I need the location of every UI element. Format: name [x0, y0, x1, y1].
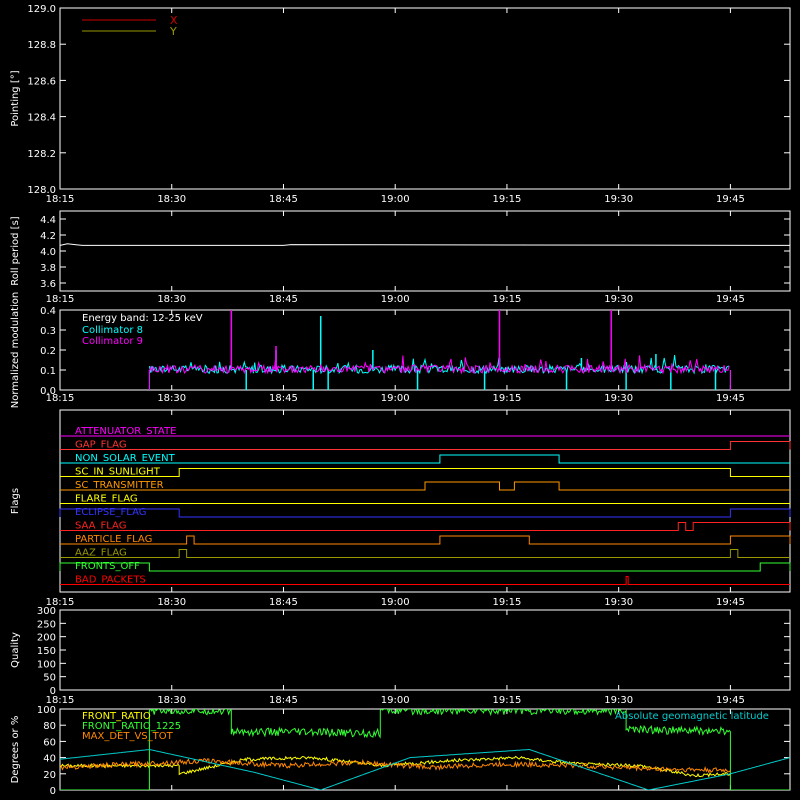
time-tick-label: 19:45 — [716, 597, 745, 608]
y-tick-label: 4.0 — [40, 247, 56, 258]
time-tick-label: 19:00 — [381, 597, 410, 608]
flag-line — [59, 508, 791, 518]
y-tick-label: 0.1 — [40, 366, 56, 377]
y-tick-label: 3.8 — [40, 263, 56, 274]
roll-period-line — [59, 243, 791, 246]
time-tick-label: 19:00 — [381, 695, 410, 706]
y-tick-label: 0 — [50, 686, 56, 697]
time-tick-label: 18:30 — [157, 597, 186, 608]
time-tick-label: 19:15 — [493, 393, 522, 404]
legend-label: Y — [169, 25, 177, 38]
y-tick-label: 0.0 — [40, 386, 56, 397]
y-tick-label: 0.3 — [40, 326, 56, 337]
flag-label: BAD_PACKETS — [75, 575, 146, 586]
y-tick-label: 128.4 — [27, 113, 56, 124]
time-tick-label: 19:45 — [716, 294, 745, 305]
flag-line — [60, 441, 791, 450]
time-tick-label: 19:00 — [381, 194, 410, 205]
y-tick-label: 4.2 — [40, 231, 56, 242]
y-tick-label: 80 — [43, 721, 56, 732]
time-tick-label: 18:45 — [269, 393, 298, 404]
panel-frame — [59, 409, 791, 593]
time-tick-label: 19:45 — [716, 393, 745, 404]
time-tick-label: 19:30 — [604, 393, 633, 404]
time-tick-label: 18:30 — [157, 294, 186, 305]
time-tick-label: 18:45 — [269, 695, 298, 706]
time-tick-label: 19:30 — [604, 194, 633, 205]
y-tick-label: 4.4 — [40, 215, 56, 226]
y-tick-label: 40 — [43, 754, 56, 765]
y-tick-label: 200 — [37, 633, 56, 644]
flag-line — [60, 481, 790, 491]
y-tick-label: 100 — [37, 705, 56, 716]
y-tick-label: 3.6 — [40, 279, 56, 290]
flag-line — [60, 549, 790, 558]
y-tick-label: 50 — [43, 673, 56, 684]
legend-label: MAX_DET_VS_TOT — [82, 731, 174, 742]
flag-line — [60, 535, 791, 545]
time-tick-label: 19:15 — [493, 294, 522, 305]
time-tick-label: 18:15 — [46, 294, 75, 305]
flag-label: ATTENUATOR_STATE — [75, 426, 176, 437]
time-tick-label: 18:30 — [157, 393, 186, 404]
y-tick-label: 250 — [37, 619, 56, 630]
flag-label: NON_SOLAR_EVENT — [75, 453, 176, 464]
time-tick-label: 18:45 — [269, 194, 298, 205]
flag-label: GAP_FLAG — [75, 440, 127, 451]
time-tick-label: 19:15 — [493, 695, 522, 706]
time-tick-label: 18:45 — [269, 294, 298, 305]
time-tick-label: 19:45 — [716, 695, 745, 706]
time-tick-label: 18:45 — [269, 597, 298, 608]
y-tick-label: 0 — [50, 786, 56, 797]
panel-frame — [59, 210, 791, 292]
time-tick-label: 19:30 — [604, 294, 633, 305]
time-tick-label: 19:30 — [604, 695, 633, 706]
y-tick-label: 100 — [37, 659, 56, 670]
flag-line — [60, 468, 790, 477]
y-tick-label: 128.6 — [27, 76, 56, 87]
flag-label: ECLIPSE_FLAG — [75, 507, 146, 518]
flag-line — [60, 522, 791, 531]
y-tick-label: 150 — [37, 646, 56, 657]
y-tick-label: 128.8 — [27, 40, 56, 51]
flag-label: FLARE_FLAG — [75, 494, 138, 505]
y-axis-label: Flags — [10, 488, 21, 514]
y-tick-label: 300 — [37, 606, 56, 617]
y-tick-label: 60 — [43, 737, 56, 748]
y-axis-label: Degrees or % — [10, 716, 21, 784]
legend-label: Collimator 9 — [82, 336, 143, 347]
panel-frame — [59, 609, 791, 691]
y-tick-label: 129.0 — [27, 4, 56, 15]
flag-label: SC_IN_SUNLIGHT — [75, 467, 161, 478]
flag-label: SAA_FLAG — [75, 521, 126, 532]
geomagnetic-latitude-label: Absolute geomagnetic latitude — [615, 711, 769, 722]
y-tick-label: 128.2 — [27, 149, 56, 160]
y-axis-label: Pointing [°] — [10, 70, 21, 126]
y-tick-label: 0.4 — [40, 306, 56, 317]
energy-band-label: Energy band: 12-25 keV — [82, 313, 203, 324]
time-tick-label: 18:30 — [157, 194, 186, 205]
time-tick-label: 19:30 — [604, 597, 633, 608]
time-tick-label: 19:45 — [716, 194, 745, 205]
time-tick-label: 19:15 — [493, 194, 522, 205]
flag-label: AAZ_FLAG — [75, 548, 127, 559]
flag-line — [60, 576, 790, 585]
y-axis-label: Normalized modulation — [10, 292, 21, 409]
time-tick-label: 18:30 — [157, 695, 186, 706]
flight-data-figure: 18:15 18:30 18:45 19:00 19:15 19:30 19:45 128.0… — [10, 4, 791, 797]
time-tick-label: 19:00 — [381, 393, 410, 404]
y-axis-label: Roll period [s] — [10, 216, 21, 285]
time-tick-label: 19:00 — [381, 294, 410, 305]
flag-label: PARTICLE_FLAG — [75, 534, 152, 545]
flag-label: FRONTS_OFF — [75, 561, 140, 572]
legend-label: Collimator 8 — [82, 325, 143, 336]
ratio-series — [60, 755, 731, 778]
y-tick-label: 20 — [43, 770, 56, 781]
flag-label: SC_TRANSMITTER — [75, 480, 164, 491]
y-axis-label: Quality — [10, 632, 21, 668]
time-tick-label: 19:15 — [493, 597, 522, 608]
flag-line — [59, 562, 791, 572]
y-tick-label: 128.0 — [27, 185, 56, 196]
y-tick-label: 0.2 — [40, 346, 56, 357]
